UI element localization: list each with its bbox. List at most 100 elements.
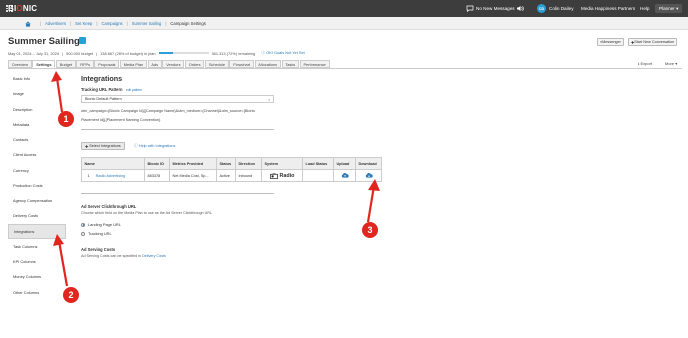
sidebar-item-client-access[interactable]: Client Access <box>8 147 66 162</box>
radio-button[interactable] <box>81 231 85 236</box>
cloud-download-icon <box>365 172 373 178</box>
integrations-table: Name Bionic ID Metrics Provided Status Direc… <box>81 157 382 182</box>
column-header-bionic-id[interactable]: Bionic ID <box>144 157 170 170</box>
column-header-status[interactable]: Status <box>216 157 236 170</box>
goals-link[interactable]: ⓘ OKI Goals Not Yet Set <box>261 50 304 56</box>
delivery-costs-link[interactable]: Delivery Costs <box>142 254 166 258</box>
crumb-advertisers[interactable]: Advertisers <box>45 21 66 26</box>
tab-ads[interactable]: Ads <box>147 60 162 68</box>
crumb-current: Campaign Settings <box>170 20 206 26</box>
tab-vendors[interactable]: Vendors <box>162 60 185 68</box>
cell-status: Active <box>216 169 236 182</box>
divider <box>81 129 274 130</box>
tracking-url-text: utm_campaign={Bionic Campaign Id}[{Campa… <box>81 107 276 124</box>
column-header-load-status[interactable]: Load Status <box>302 157 334 170</box>
messenger-label: Messenger <box>602 40 621 44</box>
cell-bionic-id: 883378 <box>144 169 170 182</box>
tab-proposals[interactable]: Proposals <box>94 60 120 68</box>
tab-overview[interactable]: Overview <box>8 60 32 68</box>
select-integrations-label: Select Integrations <box>89 144 121 148</box>
crumb-campaign[interactable]: Summer Sailing <box>132 21 162 26</box>
more-menu[interactable]: More ▾ <box>665 61 677 66</box>
cloud-upload-icon <box>341 172 349 178</box>
column-header-metrics-provided[interactable]: Metrics Provided <box>169 157 217 170</box>
column-header-direction[interactable]: Direction <box>235 157 262 170</box>
export-label: Export <box>640 61 653 66</box>
export-button[interactable]: ⭳ Export <box>638 61 652 68</box>
tab-media-plan[interactable]: Media Plan <box>119 60 147 68</box>
radio-landing-page[interactable]: Landing Page URL <box>81 222 121 227</box>
column-header-upload[interactable]: Upload <box>333 157 356 170</box>
tab-settings[interactable]: Settings <box>32 60 56 68</box>
column-header-system[interactable]: System <box>261 157 303 170</box>
tab-divider <box>8 68 682 69</box>
messenger-button[interactable]: ⌕ Messenger <box>597 38 624 46</box>
edit-pattern-link[interactable]: edit pattern <box>126 88 142 92</box>
tab-performance[interactable]: Performance <box>299 60 330 68</box>
help-link[interactable]: Help <box>640 0 649 17</box>
integration-name-link[interactable]: Radio Advertising <box>96 174 126 178</box>
cell-name[interactable]: 1 Radio Advertising <box>81 169 145 182</box>
column-header-download[interactable]: Download <box>355 157 382 170</box>
volume-icon[interactable] <box>516 0 524 17</box>
ad-serving-desc: Ad Serving Costs can be specified in Del… <box>81 254 166 258</box>
campaign-budget: 500.000 budget <box>66 50 94 56</box>
tracking-url-line: utm_campaign={Bionic Campaign Id}[{Campa… <box>81 109 256 113</box>
chevron-down-icon: ▾ <box>268 98 270 102</box>
sidebar-item-production-costs[interactable]: Production Costs <box>8 178 66 193</box>
tab-budget[interactable]: Budget <box>55 60 76 68</box>
top-bar: BIONIC No New Messages CD Colin Dailey M… <box>0 0 688 17</box>
tracking-select-value: Bionic Default Pattern <box>85 97 122 101</box>
sidebar-item-contacts[interactable]: Contacts <box>8 132 66 147</box>
tab-flowchart[interactable]: Flowchart <box>229 60 254 68</box>
sidebar-item-currency[interactable]: Currency <box>8 163 66 178</box>
tab-rfps[interactable]: RFPs <box>76 60 94 68</box>
page-title: Summer Sailing <box>8 36 80 47</box>
radio-icon <box>269 172 278 179</box>
select-integrations-button[interactable]: ✚ Select Integrations <box>81 142 125 150</box>
radio-tracking-url[interactable]: Tracking URL <box>81 231 112 236</box>
annotation-arrow-3 <box>366 179 380 223</box>
annotation-marker-3: 3 <box>362 222 378 238</box>
help-integrations-label: Help with Integrations <box>138 144 176 148</box>
tab-schedule[interactable]: Schedule <box>205 60 229 68</box>
remaining: 361.313 (72%) remaining <box>211 50 256 56</box>
planner-menu[interactable]: Planner ▾ <box>655 0 683 17</box>
help-integrations-link[interactable]: ⓘ Help with Integrations <box>134 144 175 149</box>
crumb-campaigns[interactable]: Campaigns <box>101 21 122 26</box>
new-conversation-label: Start New Conversation <box>634 40 675 44</box>
tab-orders[interactable]: Orders <box>184 60 205 68</box>
app-grid-icon[interactable] <box>0 5 13 12</box>
table-row[interactable]: 1 Radio Advertising 883378 Net Media Cost… <box>81 169 382 182</box>
radio-label: Landing Page URL <box>88 222 121 227</box>
ad-server-title: Ad Server Clickthrough URL <box>81 204 137 209</box>
sidebar-item-agency-compensation[interactable]: Agency Compensation <box>8 193 66 208</box>
tracking-pattern-select[interactable]: Bionic Default Pattern ▾ <box>81 95 274 103</box>
row-number: 1 <box>87 173 90 178</box>
messages[interactable]: No New Messages <box>466 0 515 17</box>
planner-label: Planner <box>659 5 675 11</box>
budget-summary: May 01, 2024 – July 31, 2024 | 500.000 b… <box>8 50 305 56</box>
column-header-name[interactable]: Name <box>81 157 145 170</box>
org-name[interactable]: Media Happiness Partners <box>581 0 635 17</box>
annotation-arrow-2 <box>53 234 69 287</box>
campaign-dates: May 01, 2024 – July 31, 2024 <box>8 50 60 56</box>
cell-direction: Inbound <box>235 169 262 182</box>
breadcrumb: | Advertisers | Set Keep | Campaigns | Summ… <box>0 17 688 30</box>
radio-button[interactable] <box>81 222 85 227</box>
bionic-logo[interactable]: BIONIC <box>8 4 37 13</box>
campaign-info-icon[interactable] <box>79 37 86 44</box>
table-header-row: Name Bionic ID Metrics Provided Status Direc… <box>81 157 382 170</box>
divider <box>81 193 274 194</box>
user-menu[interactable]: CD Colin Dailey <box>537 0 574 17</box>
new-conversation-button[interactable]: ✚ Start New Conversation <box>628 38 678 46</box>
cell-load-status <box>302 169 334 182</box>
tab-tasks[interactable]: Tasks <box>281 60 300 68</box>
more-label: More <box>665 61 675 66</box>
chat-icon <box>466 5 474 12</box>
home-icon[interactable] <box>25 20 31 27</box>
tab-allocations[interactable]: Allocations <box>254 60 281 68</box>
upload-button[interactable] <box>333 169 356 182</box>
sidebar-item-delivery-costs[interactable]: Delivery Costs <box>8 208 66 223</box>
crumb-advertiser[interactable]: Set Keep <box>75 21 92 26</box>
